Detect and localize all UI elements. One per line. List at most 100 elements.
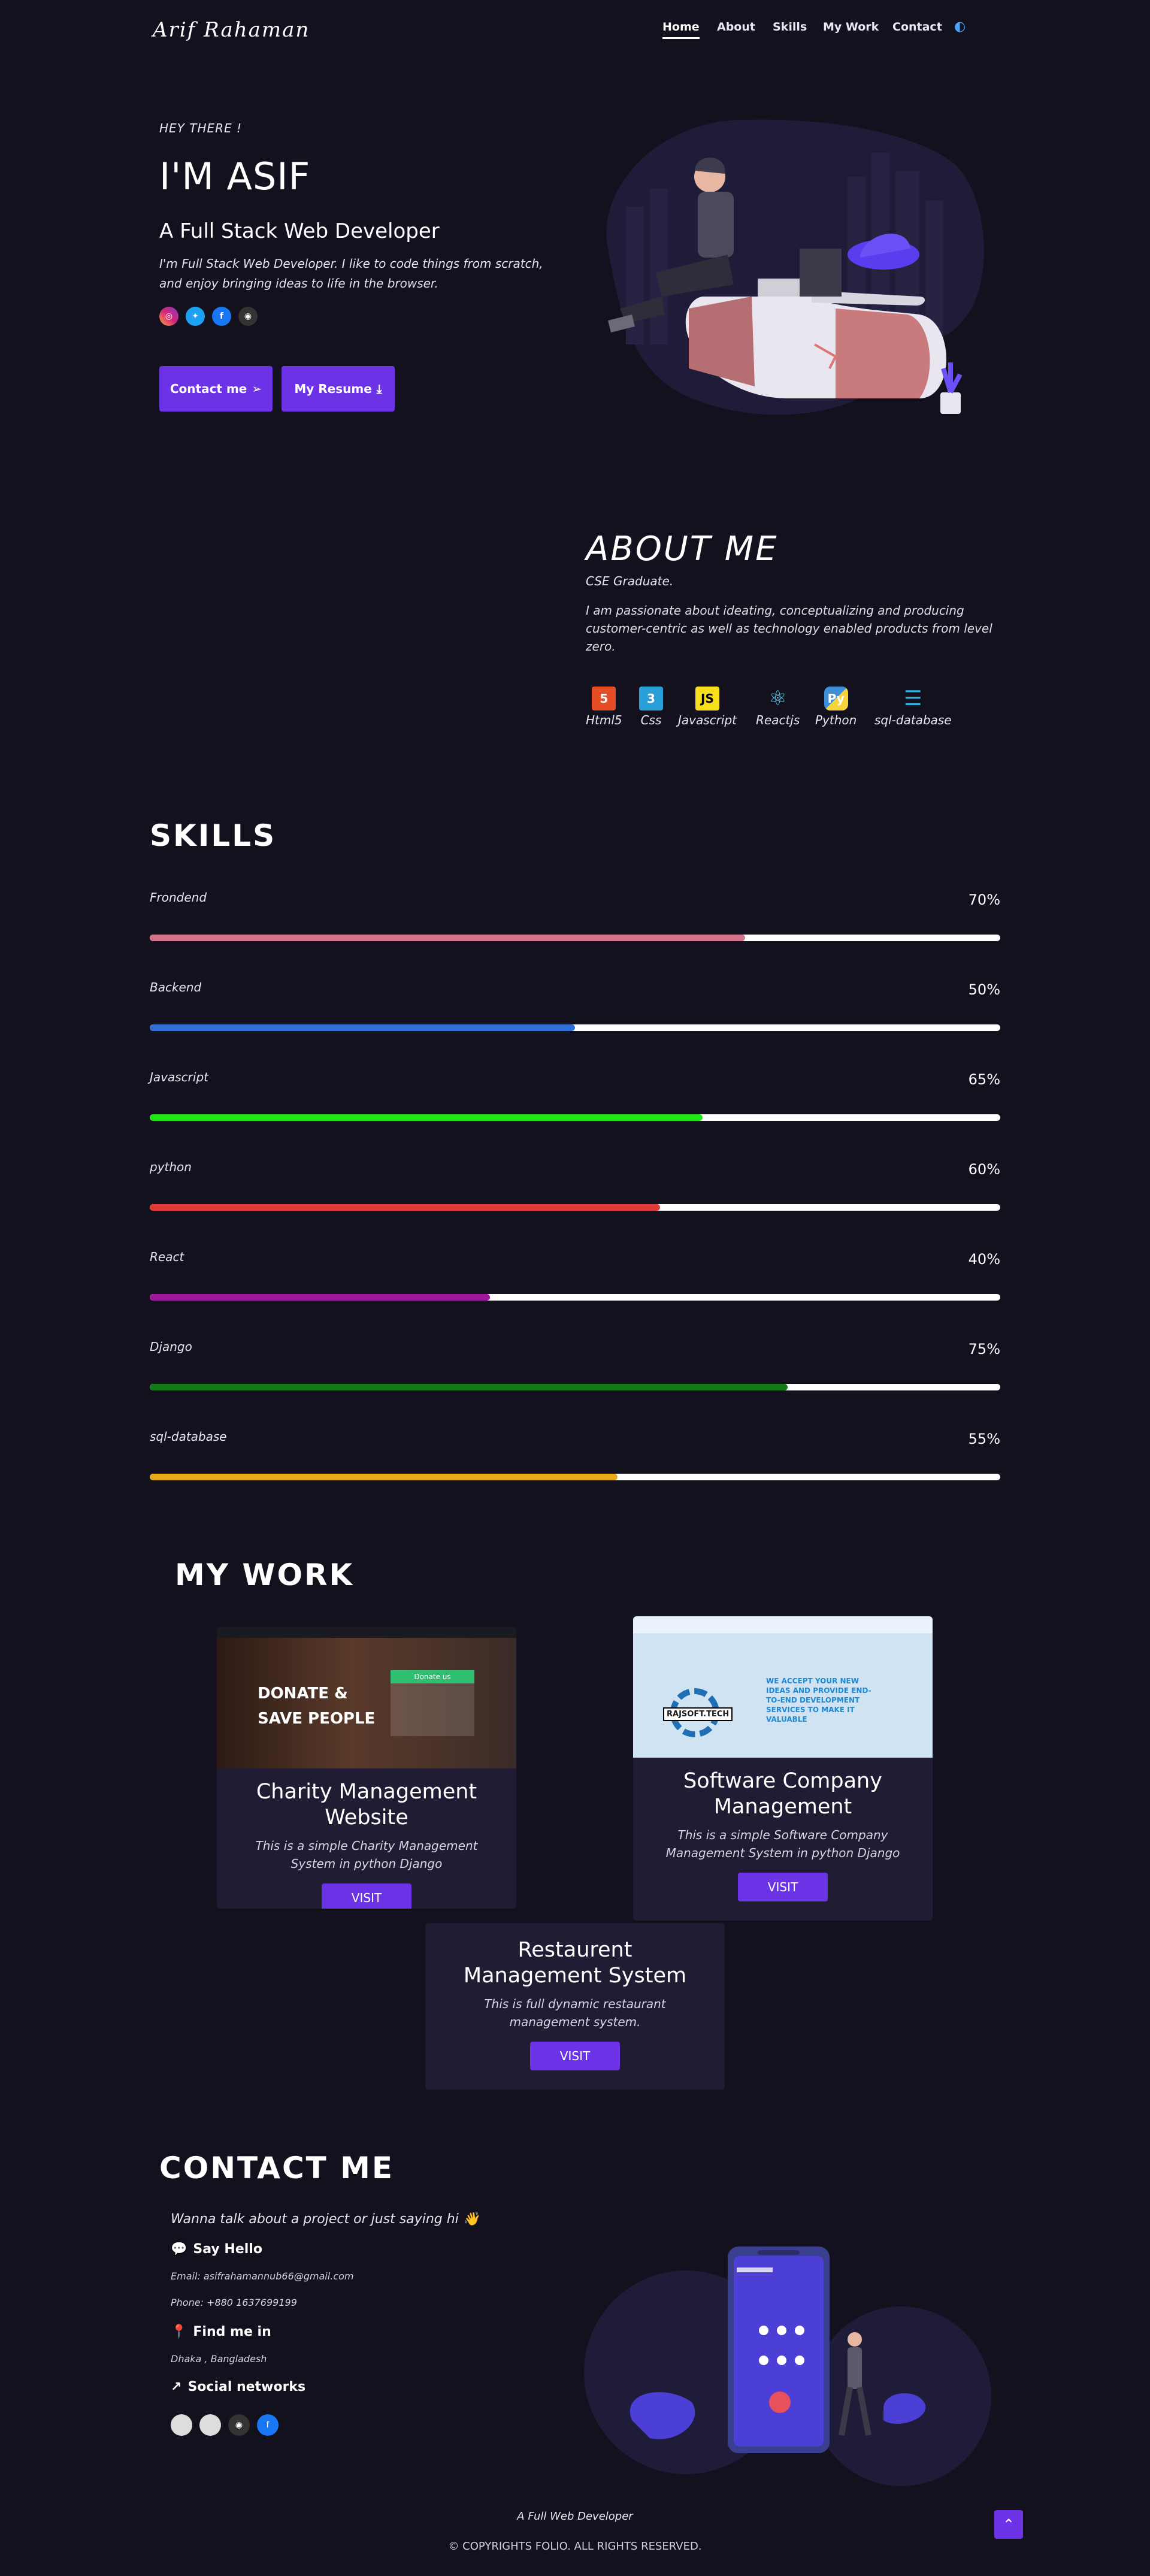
skill-progress-fill — [150, 1474, 618, 1480]
html5-icon: 5 — [592, 687, 616, 710]
footer-tagline: A Full Web Developer — [517, 2510, 633, 2523]
location-pin-icon: 📍 — [171, 2324, 187, 2339]
skill-progress-bar — [150, 1474, 1000, 1480]
tech-label: Python — [815, 713, 857, 727]
skill-progress-bar — [150, 1294, 1000, 1301]
skill-progress-bar — [150, 1204, 1000, 1211]
skill-progress-fill — [150, 935, 745, 941]
project-thumbnail: RAJSOFT.TECH WE ACCEPT YOUR NEW IDEAS AN… — [633, 1616, 933, 1758]
tech-javascript: JS Javascript — [678, 687, 737, 727]
contact-email[interactable]: Email: asifrahamannub66@gmail.com — [171, 2270, 353, 2282]
social-networks-heading: ↗ Social networks — [171, 2380, 305, 2394]
skill-progress-bar — [150, 1114, 1000, 1121]
contact-social-links: ◉ f — [171, 2414, 279, 2436]
find-me-heading: 📍 Find me in — [171, 2324, 271, 2339]
nav-my-work[interactable]: My Work — [823, 20, 879, 34]
javascript-icon: JS — [695, 687, 719, 710]
skills-title: SKILLS — [150, 818, 277, 853]
twitter-icon[interactable]: ✦ — [186, 307, 205, 326]
project-card-restaurant: Restaurent Management System This is ful… — [425, 1923, 725, 2090]
facebook-icon[interactable]: f — [212, 307, 231, 326]
project-title: Restaurent Management System — [463, 1938, 687, 1988]
github-icon[interactable]: ◉ — [228, 2414, 250, 2436]
tech-label: Css — [640, 713, 662, 727]
visit-button[interactable]: VISIT — [738, 1873, 828, 1901]
skill-progress-bar — [150, 1024, 1000, 1031]
thumb-heading: WE ACCEPT YOUR NEW IDEAS AND PROVIDE END… — [766, 1677, 871, 1724]
skill-progress-fill — [150, 1204, 660, 1211]
skill-progress-fill — [150, 1294, 490, 1301]
visit-button[interactable]: VISIT — [530, 2042, 620, 2070]
css3-icon: 3 — [639, 687, 663, 710]
skill-percent: 40% — [968, 1251, 1000, 1268]
hero-description: I'm Full Stack Web Developer. I like to … — [159, 256, 543, 291]
developer-desk-illustration — [606, 119, 984, 415]
theme-toggle-icon[interactable]: ◐ — [954, 19, 966, 34]
skill-name: Frondend — [150, 890, 207, 905]
contact-lead: Wanna talk about a project or just sayin… — [171, 2212, 479, 2227]
my-resume-button[interactable]: My Resume ⤓ — [282, 366, 395, 412]
facebook-icon[interactable]: f — [257, 2414, 279, 2436]
contact-me-button[interactable]: Contact me ➢ — [159, 366, 273, 412]
nav-contact[interactable]: Contact — [892, 20, 942, 34]
skill-name: React — [150, 1250, 184, 1264]
tech-reactjs: ⚛ Reactjs — [756, 687, 800, 727]
thumb-donate-label: Donate us — [391, 1670, 474, 1683]
say-hello-heading: 💬 Say Hello — [171, 2242, 262, 2257]
skill-name: Backend — [150, 980, 202, 994]
python-icon: Py — [824, 687, 848, 710]
skill-progress-fill — [150, 1024, 575, 1031]
contact-title: CONTACT ME — [159, 2151, 395, 2185]
skill-percent: 70% — [968, 891, 1000, 908]
hero-social-links: ◎ ✦ f ◉ — [159, 307, 258, 326]
hero-subtitle: A Full Stack Web Developer — [159, 219, 440, 243]
my-work-title: MY WORK — [175, 1558, 355, 1592]
nav-home[interactable]: Home — [662, 20, 700, 39]
about-description: I am passionate about ideating, conceptu… — [586, 603, 992, 654]
skill-progress-fill — [150, 1114, 703, 1121]
project-description: This is a simple Software Company Manage… — [665, 1828, 900, 1860]
skill-percent: 60% — [968, 1161, 1000, 1178]
skill-name: sql-database — [150, 1429, 227, 1444]
footer-copyright: © COPYRIGHTS FOLIO. ALL RIGHTS RESERVED. — [448, 2540, 702, 2553]
thumb-logo-text: RAJSOFT.TECH — [663, 1707, 733, 1721]
tech-label: sql-database — [874, 713, 952, 727]
scroll-to-top-button[interactable]: ⌃ — [994, 2510, 1023, 2539]
download-icon: ⤓ — [376, 382, 382, 396]
contact-phone[interactable]: Phone: +880 1637699199 — [171, 2297, 297, 2308]
share-icon: ↗ — [171, 2380, 182, 2394]
project-description: This is full dynamic restaurant manageme… — [484, 1997, 666, 2029]
tech-python: Py Python — [815, 687, 857, 727]
skill-percent: 75% — [968, 1341, 1000, 1357]
twitter-icon[interactable] — [199, 2414, 221, 2436]
database-icon: ☰ — [904, 687, 922, 710]
skill-name: Django — [150, 1340, 192, 1354]
project-title: Charity Management Website — [256, 1780, 477, 1830]
instagram-icon[interactable] — [171, 2414, 192, 2436]
social-networks-label: Social networks — [187, 2380, 306, 2394]
project-title: Software Company Management — [683, 1769, 882, 1819]
about-subtitle: CSE Graduate. — [586, 574, 674, 588]
nav-about[interactable]: About — [717, 20, 755, 34]
skill-name: Javascript — [150, 1070, 208, 1084]
tech-label: Javascript — [678, 713, 737, 727]
tech-sql-database: ☰ sql-database — [874, 687, 952, 727]
about-title: ABOUT ME — [586, 530, 779, 569]
nav-bar: Home About Skills My Work Contact ◐ — [0, 19, 1150, 44]
skill-name: python — [150, 1160, 192, 1174]
chevron-up-icon: ⌃ — [1002, 2516, 1015, 2533]
tech-label: Reactjs — [756, 713, 800, 727]
skill-percent: 55% — [968, 1431, 1000, 1447]
skill-percent: 65% — [968, 1071, 1000, 1088]
skill-percent: 50% — [968, 981, 1000, 998]
visit-button[interactable]: VISIT — [322, 1883, 411, 1909]
github-icon[interactable]: ◉ — [238, 307, 258, 326]
chat-icon: 💬 — [171, 2242, 187, 2257]
skill-progress-fill — [150, 1384, 788, 1390]
phone-call-illustration — [584, 2247, 991, 2486]
instagram-icon[interactable]: ◎ — [159, 307, 178, 326]
contact-me-label: Contact me — [170, 382, 247, 396]
nav-skills[interactable]: Skills — [773, 20, 807, 34]
hero-title: I'M ASIF — [159, 155, 311, 198]
contact-lead-text: Wanna talk about a project or just sayin… — [171, 2212, 459, 2227]
